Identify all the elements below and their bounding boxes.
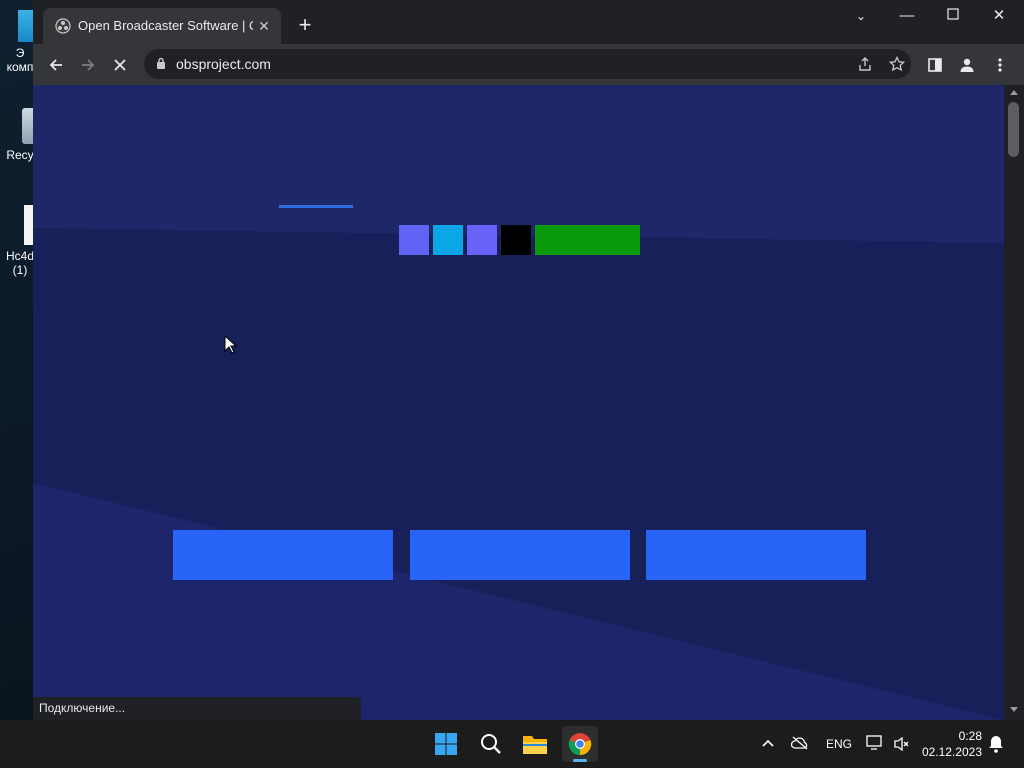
address-bar[interactable]: obsproject.com xyxy=(144,49,911,79)
url-text: obsproject.com xyxy=(176,56,271,72)
menu-button[interactable] xyxy=(986,52,1014,78)
system-clock[interactable]: 0:28 02.12.2023 xyxy=(918,728,982,760)
chevron-up-icon[interactable] xyxy=(762,739,774,747)
kebab-menu-icon xyxy=(998,58,1002,72)
side-panel-button[interactable] xyxy=(921,52,949,78)
maximize-icon xyxy=(947,8,959,20)
placeholder-block-3 xyxy=(467,225,497,255)
chrome-taskbar-button[interactable] xyxy=(562,726,598,762)
download-button-3[interactable] xyxy=(646,530,866,580)
folder-icon xyxy=(523,736,547,754)
scrollbar-thumb[interactable] xyxy=(1008,102,1019,157)
onedrive-offline-icon[interactable] xyxy=(791,736,809,750)
windows-logo-icon xyxy=(435,733,457,755)
lock-icon xyxy=(157,57,165,69)
file-explorer-button[interactable] xyxy=(519,728,551,760)
side-panel-icon xyxy=(928,58,942,72)
bookmark-star-icon[interactable] xyxy=(889,56,905,72)
browser-toolbar: obsproject.com xyxy=(33,44,1024,85)
placeholder-block-2 xyxy=(433,225,463,255)
scroll-up-icon[interactable] xyxy=(1010,89,1018,95)
minimize-button[interactable]: — xyxy=(885,4,929,28)
close-window-button[interactable]: ✕ xyxy=(977,4,1021,28)
notification-bell-icon[interactable] xyxy=(988,735,1004,753)
input-language-indicator[interactable]: ENG xyxy=(826,737,852,751)
scroll-down-icon[interactable] xyxy=(1010,707,1018,713)
stop-icon xyxy=(114,59,126,71)
placeholder-block-4 xyxy=(501,225,531,255)
desktop-icon-label: Recy xyxy=(6,148,34,162)
share-icon[interactable] xyxy=(857,56,873,72)
back-arrow-icon xyxy=(49,59,62,71)
download-button-2[interactable] xyxy=(410,530,630,580)
profile-button[interactable] xyxy=(953,52,981,78)
profile-icon xyxy=(960,58,974,72)
download-button-1[interactable] xyxy=(173,530,393,580)
stop-loading-button[interactable] xyxy=(106,52,134,78)
mouse-cursor-icon xyxy=(224,335,238,354)
page-background xyxy=(33,85,1004,720)
tab-close-icon[interactable]: ✕ xyxy=(255,17,273,35)
tab-search-icon[interactable]: ⌄ xyxy=(839,4,883,28)
clock-time: 0:28 xyxy=(958,729,982,743)
chrome-icon xyxy=(568,733,592,756)
forward-button[interactable] xyxy=(74,52,102,78)
browser-window: Open Broadcaster Software | OB ✕ + ⌄ — ✕… xyxy=(33,0,1024,720)
placeholder-block-1 xyxy=(399,225,429,255)
placeholder-block-5 xyxy=(535,225,640,255)
desktop-icon-label: Hc4d (1) xyxy=(5,249,34,277)
volume-muted-icon[interactable] xyxy=(893,736,909,752)
page-viewport: Подключение... xyxy=(33,85,1004,720)
tab-title: Open Broadcaster Software | OB xyxy=(78,18,253,33)
search-button[interactable] xyxy=(475,728,507,760)
active-app-indicator xyxy=(573,759,587,762)
start-button[interactable] xyxy=(430,728,462,760)
new-tab-button[interactable]: + xyxy=(293,14,317,38)
maximize-button[interactable] xyxy=(931,4,975,28)
search-icon xyxy=(481,734,501,754)
nav-accent-line xyxy=(279,205,353,208)
forward-arrow-icon xyxy=(82,59,95,71)
status-bubble: Подключение... xyxy=(33,697,361,720)
browser-tab[interactable]: Open Broadcaster Software | OB ✕ xyxy=(43,8,281,44)
clock-date: 02.12.2023 xyxy=(921,745,982,759)
tab-strip: Open Broadcaster Software | OB ✕ + ⌄ — ✕ xyxy=(33,0,1024,44)
obs-icon xyxy=(55,18,71,34)
desktop-icon-label: Э комп xyxy=(6,46,34,74)
taskbar: ENG 0:28 02.12.2023 xyxy=(0,720,1024,768)
back-button[interactable] xyxy=(42,52,70,78)
page-scrollbar[interactable] xyxy=(1004,85,1024,720)
network-icon[interactable] xyxy=(866,735,884,751)
